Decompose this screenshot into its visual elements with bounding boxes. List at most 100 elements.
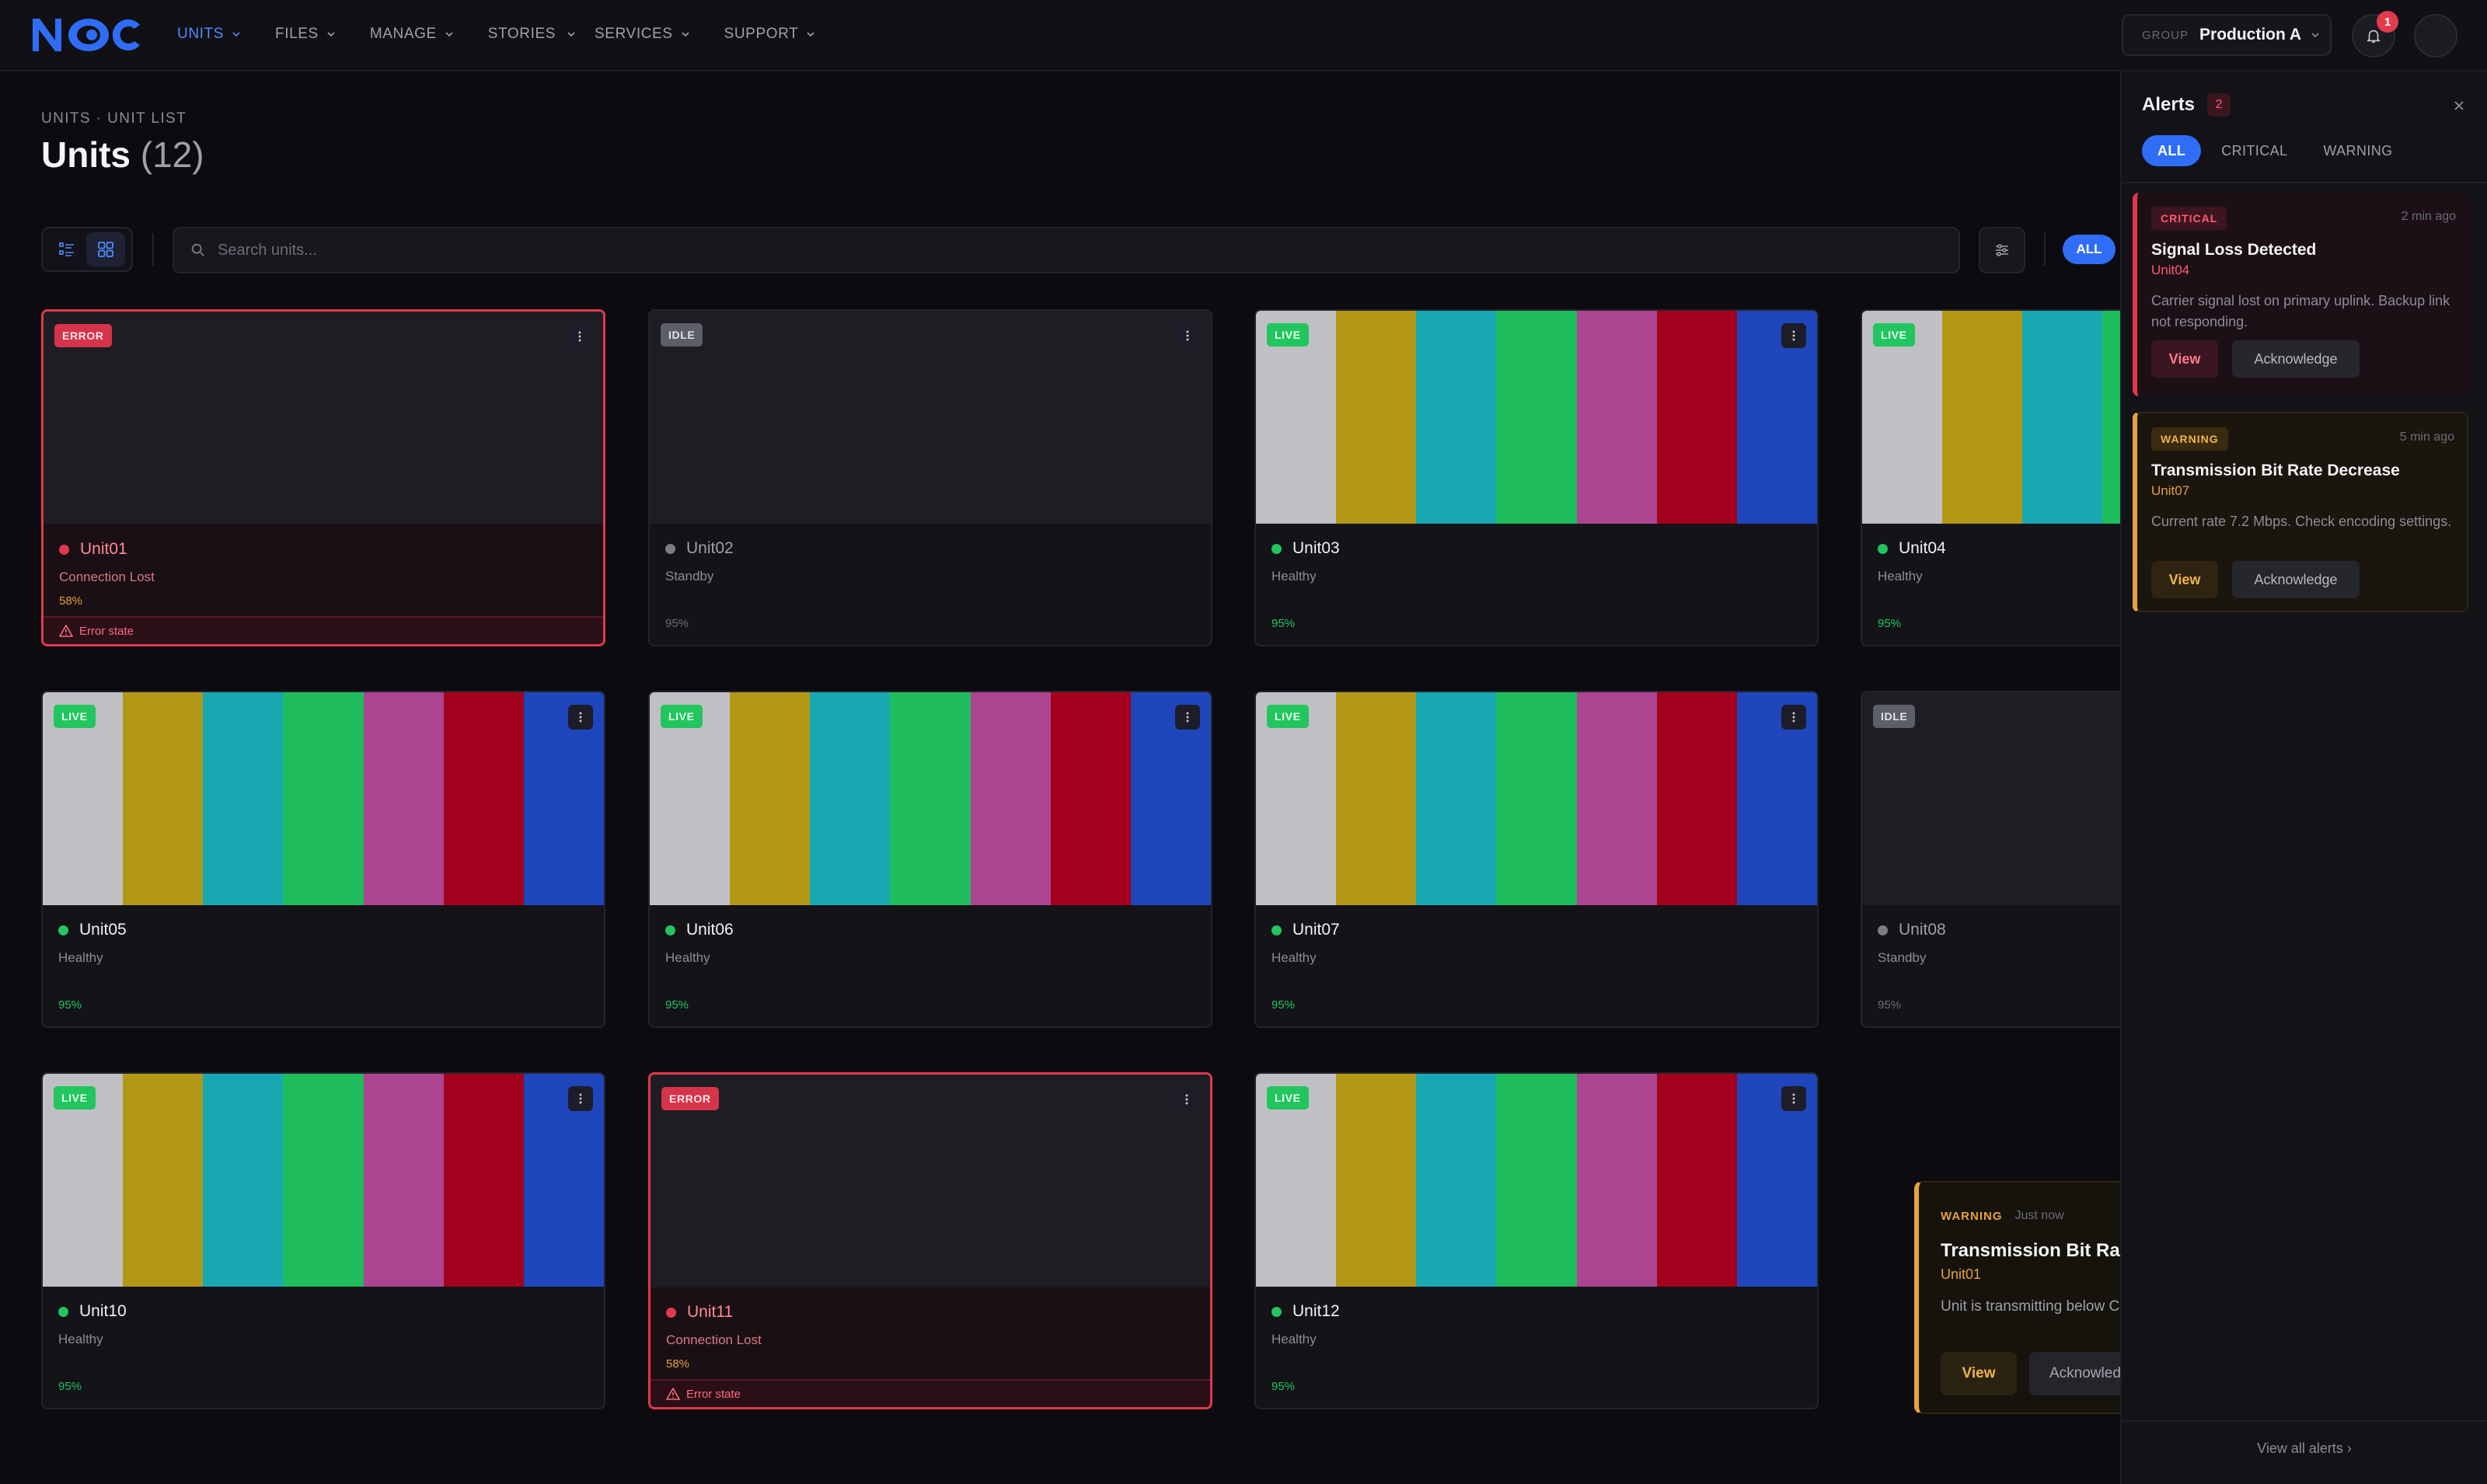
nav-files[interactable]: FILES: [275, 0, 336, 68]
filter-chip-all[interactable]: ALL: [2063, 235, 2116, 264]
nav-stories-label: STORIES: [487, 26, 556, 42]
alerts-count-badge: 2: [2207, 93, 2231, 117]
noc-logo[interactable]: [30, 16, 143, 54]
alert-card-critical[interactable]: CRITICAL 2 min ago Signal Loss Detected …: [2133, 193, 2468, 396]
alert-unit-link[interactable]: Unit04: [2151, 263, 2189, 278]
toast-view-button[interactable]: View: [1941, 1352, 2017, 1395]
unit-name-row: Unit01: [59, 540, 588, 559]
unit-thumbnail: LIVE: [43, 1074, 604, 1287]
more-options-button[interactable]: [1781, 323, 1806, 348]
more-options-button[interactable]: [1175, 705, 1200, 730]
unit-name-row: Unit07: [1271, 921, 1802, 939]
unit-name: Unit10: [79, 1302, 127, 1320]
unit-status-text: Standby: [665, 569, 714, 583]
grid-view-button[interactable]: [86, 232, 125, 266]
unit-name: Unit02: [686, 539, 734, 557]
toast-title: Transmission Bit Rate: [1941, 1240, 2137, 1261]
unit-status-text: Healthy: [1271, 950, 1317, 965]
unit-status-badge: ERROR: [661, 1087, 719, 1110]
color-bar: [363, 1074, 444, 1287]
color-bar: [970, 692, 1051, 905]
unit-status-badge: IDLE: [661, 323, 703, 347]
unit-card[interactable]: LIVE Unit12 Healthy 95%: [1254, 1072, 1819, 1409]
unit-name-row: Unit05: [58, 921, 588, 939]
nav-stories[interactable]: STORIES: [488, 0, 556, 68]
user-avatar[interactable]: [2414, 14, 2457, 57]
unit-card[interactable]: LIVE Unit06 Healthy 95%: [648, 691, 1212, 1028]
more-options-button[interactable]: [1781, 1086, 1806, 1111]
more-options-button[interactable]: [568, 1086, 593, 1111]
nav-services[interactable]: SERVICES: [595, 0, 690, 68]
unit-card[interactable]: IDLE Unit08 Standby 95%: [1861, 691, 2120, 1028]
unit-card[interactable]: LIVE Unit04 Healthy 95%: [1861, 309, 2120, 646]
chevron-down-icon: [2311, 30, 2320, 40]
color-bar: [283, 692, 364, 905]
unit-info: Unit03 Healthy 95%: [1256, 524, 1817, 645]
status-dot: [665, 925, 675, 935]
alerts-header: Alerts 2: [2142, 93, 2231, 117]
error-state-text: Error state: [686, 1387, 741, 1401]
unit-signal-percent: 95%: [1271, 998, 1296, 1012]
toast-header: WARNING Just now: [1941, 1209, 2064, 1223]
nav-manage[interactable]: MANAGE: [370, 0, 454, 68]
divider: [2122, 1420, 2487, 1422]
nav-units[interactable]: UNITS: [177, 0, 241, 68]
nav-stories-dropdown[interactable]: [567, 0, 576, 68]
unit-card[interactable]: LIVE Unit03 Healthy 95%: [1254, 309, 1819, 646]
status-dot: [58, 925, 68, 935]
tab-all[interactable]: ALL: [2142, 135, 2202, 166]
search-input[interactable]: [218, 241, 1927, 260]
unit-thumbnail: ERROR: [44, 312, 603, 524]
unit-status-text: Healthy: [58, 1332, 103, 1346]
unit-status-badge: LIVE: [54, 705, 96, 728]
unit-card[interactable]: IDLE Unit02 Standby 95%: [648, 309, 1212, 646]
group-select[interactable]: GROUP Production A: [2122, 14, 2332, 56]
filter-button[interactable]: [1979, 227, 2025, 273]
unit-thumbnail: IDLE: [1862, 692, 2120, 905]
main-nav: UNITS FILES MANAGE STORIES SERVICES SUPP…: [177, 0, 849, 68]
alert-view-button[interactable]: View: [2151, 340, 2218, 378]
unit-name-row: Unit08: [1878, 921, 2120, 939]
unit-status-text: Healthy: [58, 950, 103, 965]
unit-card[interactable]: LIVE Unit10 Healthy 95%: [41, 1072, 605, 1409]
unit-status-text: Healthy: [1878, 569, 1923, 583]
unit-status-text: Healthy: [665, 950, 710, 965]
tab-critical[interactable]: CRITICAL: [2206, 135, 2303, 166]
more-options-button[interactable]: [1174, 1087, 1199, 1112]
alert-time: 5 min ago: [2399, 430, 2454, 444]
unit-name-row: Unit06: [665, 921, 1195, 939]
more-options-button[interactable]: [567, 324, 592, 349]
unit-card[interactable]: ERROR Unit01 Connection Lost 58% Error state: [41, 309, 605, 646]
color-bars: [43, 1074, 604, 1287]
more-options-button[interactable]: [1175, 323, 1200, 348]
unit-card[interactable]: LIVE Unit05 Healthy 95%: [41, 691, 605, 1028]
tab-warning[interactable]: WARNING: [2307, 135, 2408, 166]
chevron-down-icon: [681, 30, 690, 39]
more-options-button[interactable]: [1781, 705, 1806, 730]
view-all-alerts-link[interactable]: View all alerts ›: [2122, 1440, 2487, 1457]
unit-info: Unit05 Healthy 95%: [43, 905, 604, 1026]
unit-card[interactable]: ERROR Unit11 Connection Lost 58% Error state: [648, 1072, 1212, 1409]
unit-signal-percent: 95%: [665, 617, 689, 630]
alert-card-warning[interactable]: WARNING 5 min ago Transmission Bit Rate …: [2133, 412, 2468, 612]
status-dot: [1878, 543, 1888, 554]
alert-acknowledge-button[interactable]: Acknowledge: [2232, 561, 2360, 598]
list-view-button[interactable]: [47, 232, 86, 266]
unit-name: Unit11: [687, 1303, 734, 1321]
alert-view-button[interactable]: View: [2151, 561, 2218, 598]
alert-severity-tag: CRITICAL: [2151, 207, 2227, 230]
color-bar: [1942, 311, 2023, 524]
unit-info: Unit02 Standby 95%: [650, 524, 1211, 645]
alert-acknowledge-button[interactable]: Acknowledge: [2232, 340, 2360, 378]
error-state-strip: Error state: [651, 1379, 1210, 1407]
alert-unit-link[interactable]: Unit07: [2151, 483, 2189, 499]
unit-name: Unit07: [1292, 921, 1340, 939]
unit-card[interactable]: LIVE Unit07 Healthy 95%: [1254, 691, 1819, 1028]
unit-signal-percent: 95%: [58, 1380, 82, 1393]
unit-status-badge: LIVE: [661, 705, 703, 728]
close-alerts-button[interactable]: [2448, 95, 2470, 117]
more-options-button[interactable]: [568, 705, 593, 730]
color-bar: [1496, 1074, 1577, 1287]
status-dot: [1271, 1306, 1282, 1317]
nav-support[interactable]: SUPPORT: [724, 0, 816, 68]
